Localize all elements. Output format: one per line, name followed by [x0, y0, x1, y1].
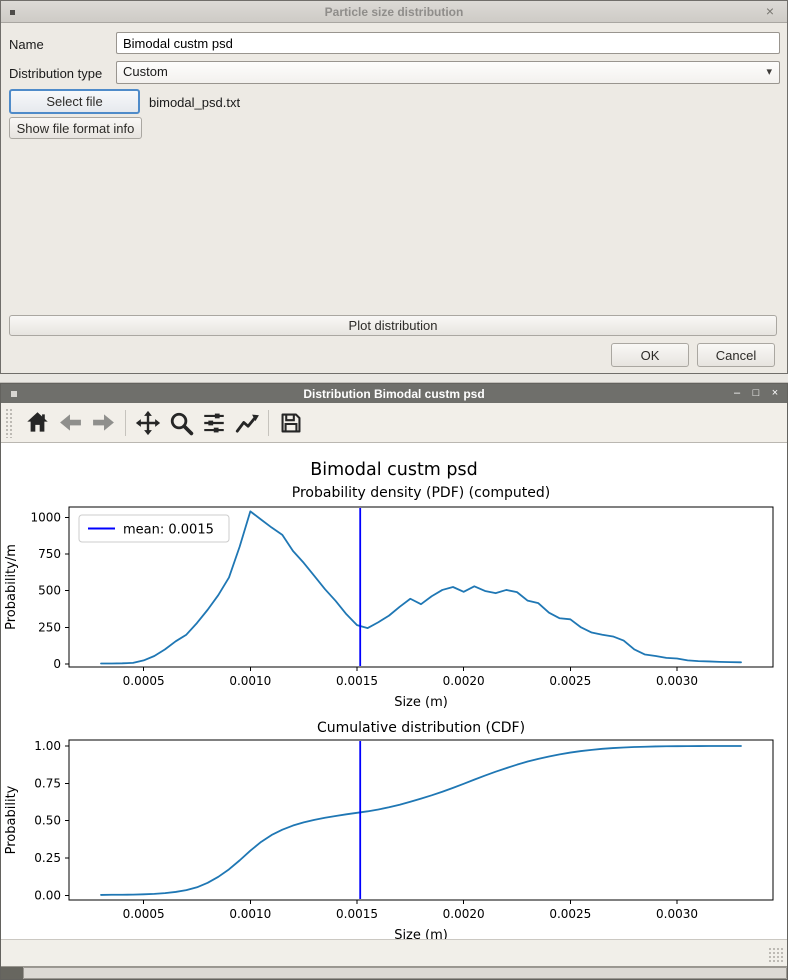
dialog-titlebar[interactable]: Particle size distribution ×: [1, 1, 787, 23]
svg-text:0: 0: [53, 657, 61, 671]
toolbar-save-button[interactable]: [275, 407, 306, 439]
status-bar: [1, 939, 787, 966]
window-icon: [10, 10, 15, 15]
resize-grip-icon[interactable]: [768, 947, 784, 963]
show-file-format-button[interactable]: Show file format info: [9, 117, 142, 139]
svg-text:1.00: 1.00: [34, 739, 61, 753]
svg-text:mean: 0.0015: mean: 0.0015: [123, 523, 214, 538]
svg-text:0.75: 0.75: [34, 776, 61, 790]
svg-text:Probability: Probability: [4, 785, 19, 854]
plot-window: Distribution Bimodal custm psd – □ ×: [0, 383, 788, 980]
line-chart-icon: [234, 410, 260, 436]
svg-text:500: 500: [38, 584, 61, 598]
zoom-icon: [168, 410, 194, 436]
cdf-chart: Cumulative distribution (CDF)0.00050.001…: [1, 716, 787, 939]
save-icon: [278, 410, 304, 436]
svg-text:0.0025: 0.0025: [549, 674, 591, 688]
svg-text:0.0020: 0.0020: [443, 907, 485, 921]
plot-window-title: Distribution Bimodal custm psd: [303, 387, 484, 401]
svg-text:0.0010: 0.0010: [229, 674, 271, 688]
plot-window-titlebar[interactable]: Distribution Bimodal custm psd – □ ×: [1, 384, 787, 403]
svg-text:0.50: 0.50: [34, 814, 61, 828]
matplotlib-toolbar: [1, 403, 787, 443]
svg-text:750: 750: [38, 547, 61, 561]
home-icon: [25, 410, 50, 435]
svg-text:0.0020: 0.0020: [443, 674, 485, 688]
chevron-down-icon: ▾: [766, 65, 772, 78]
cancel-button[interactable]: Cancel: [697, 343, 775, 367]
back-arrow-icon: [58, 410, 83, 435]
svg-text:0.0005: 0.0005: [123, 674, 165, 688]
dialog-title: Particle size distribution: [325, 5, 464, 19]
svg-text:Size (m): Size (m): [394, 695, 448, 710]
minimize-icon[interactable]: –: [731, 384, 743, 403]
toolbar-back-button[interactable]: [55, 407, 86, 439]
toolbar-zoom-button[interactable]: [165, 407, 196, 439]
distribution-type-select[interactable]: Custom ▾: [116, 61, 780, 84]
pdf-chart: Probability density (PDF) (computed) 0.00…: [1, 481, 787, 711]
toolbar-configure-subplots-button[interactable]: [198, 407, 229, 439]
background-gap: [0, 374, 788, 383]
svg-text:Probability density (PDF) (com: Probability density (PDF) (computed): [292, 485, 550, 501]
svg-text:Cumulative distribution (CDF): Cumulative distribution (CDF): [317, 720, 525, 736]
scrollbar-thumb[interactable]: [23, 967, 787, 979]
psd-dialog-window: Particle size distribution × Name Distri…: [0, 0, 788, 374]
svg-text:Probability/m: Probability/m: [4, 544, 19, 630]
toolbar-separator: [125, 410, 126, 436]
close-icon[interactable]: ×: [761, 2, 779, 20]
ok-button[interactable]: OK: [611, 343, 689, 367]
toolbar-separator: [268, 410, 269, 436]
toolbar-home-button[interactable]: [22, 407, 53, 439]
svg-text:1000: 1000: [30, 510, 61, 524]
svg-text:250: 250: [38, 620, 61, 634]
figure-canvas[interactable]: Bimodal custm psd Probability density (P…: [1, 443, 787, 939]
distribution-type-label: Distribution type: [9, 66, 102, 81]
sliders-icon: [201, 410, 227, 436]
forward-arrow-icon: [91, 410, 116, 435]
pan-icon: [135, 410, 161, 436]
svg-text:0.0025: 0.0025: [549, 907, 591, 921]
name-input[interactable]: [116, 32, 780, 54]
select-file-button[interactable]: Select file: [9, 89, 140, 114]
svg-text:0.0030: 0.0030: [656, 674, 698, 688]
plot-distribution-button[interactable]: Plot distribution: [9, 315, 777, 336]
svg-text:0.0005: 0.0005: [123, 907, 165, 921]
close-icon[interactable]: ×: [769, 384, 781, 403]
distribution-type-value: Custom: [123, 64, 168, 79]
svg-text:0.0015: 0.0015: [336, 907, 378, 921]
toolbar-forward-button[interactable]: [88, 407, 119, 439]
svg-text:Size (m): Size (m): [394, 928, 448, 939]
svg-text:0.0010: 0.0010: [229, 907, 271, 921]
svg-text:0.25: 0.25: [34, 851, 61, 865]
figure-title: Bimodal custm psd: [1, 443, 787, 481]
toolbar-edit-axes-button[interactable]: [231, 407, 262, 439]
toolbar-drag-handle[interactable]: [5, 408, 13, 438]
svg-text:0.00: 0.00: [34, 889, 61, 903]
selected-file-name: bimodal_psd.txt: [149, 95, 240, 110]
svg-text:0.0030: 0.0030: [656, 907, 698, 921]
name-label: Name: [9, 37, 44, 52]
toolbar-pan-button[interactable]: [132, 407, 163, 439]
window-icon: [11, 391, 17, 397]
maximize-icon[interactable]: □: [750, 384, 762, 403]
bottom-scrollbar: [1, 966, 787, 979]
svg-text:0.0015: 0.0015: [336, 674, 378, 688]
scrollbar-corner: [1, 967, 23, 979]
